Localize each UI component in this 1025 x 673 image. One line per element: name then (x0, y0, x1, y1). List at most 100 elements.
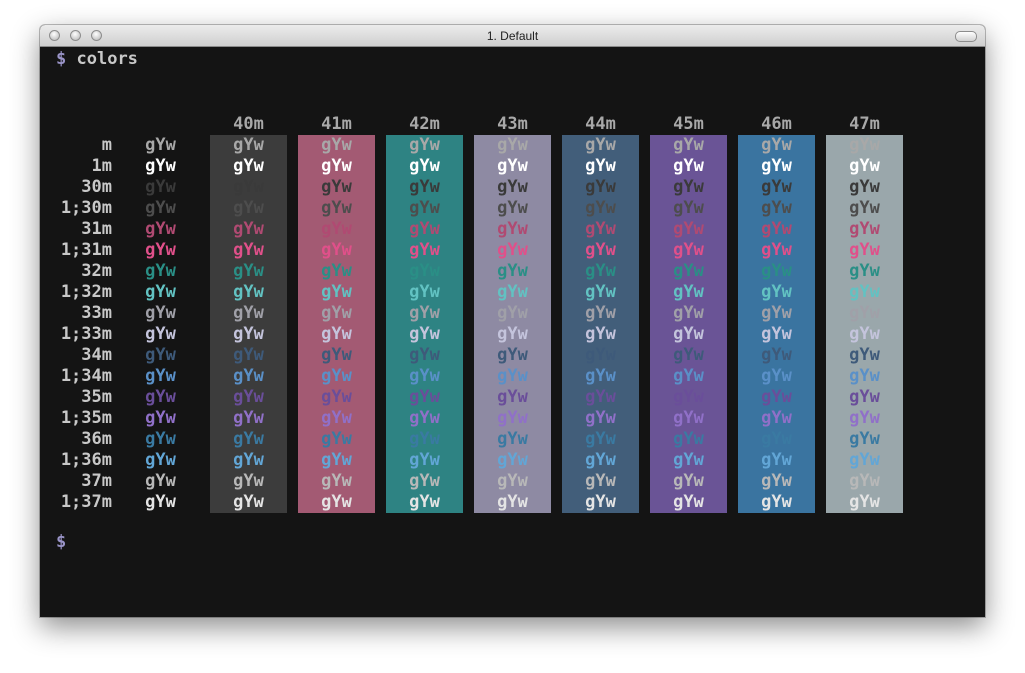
sample-cell: gYw (849, 324, 880, 344)
sample-cell: gYw (849, 408, 880, 428)
sample-cell: gYw (321, 261, 352, 281)
sample-cell: gYw (409, 240, 440, 260)
sample-cell: gYw (673, 198, 704, 218)
row-label: 1;32m (60, 282, 112, 302)
sample-cell: gYw (409, 387, 440, 407)
sample-cell: gYw (673, 240, 704, 260)
sample-cell: gYw (849, 492, 880, 512)
sample-cell: gYw (233, 282, 264, 302)
row-label: 35m (81, 387, 112, 407)
row-label: 32m (81, 261, 112, 281)
sample-cell-default-bg: gYw (145, 450, 176, 470)
sample-cell: gYw (585, 429, 616, 449)
sample-cell-default-bg: gYw (145, 177, 176, 197)
toolbar-toggle-button[interactable] (955, 31, 977, 42)
bg-column-header: 40m (233, 114, 264, 134)
sample-cell: gYw (497, 282, 528, 302)
row-label: 1;37m (60, 492, 112, 512)
sample-cell: gYw (233, 387, 264, 407)
sample-cell: gYw (673, 324, 704, 344)
sample-cell: gYw (585, 387, 616, 407)
sample-cell: gYw (409, 219, 440, 239)
sample-cell: gYw (321, 345, 352, 365)
row-label: m (101, 135, 112, 155)
sample-cell: gYw (497, 303, 528, 323)
sample-cell: gYw (233, 135, 264, 155)
sample-cell: gYw (497, 387, 528, 407)
sample-cell: gYw (233, 261, 264, 281)
sample-cell-default-bg: gYw (145, 387, 176, 407)
sample-cell: gYw (673, 156, 704, 176)
sample-cell: gYw (585, 156, 616, 176)
sample-cell: gYw (849, 366, 880, 386)
sample-cell: gYw (497, 219, 528, 239)
sample-cell: gYw (233, 240, 264, 260)
sample-cell: gYw (585, 282, 616, 302)
prompt-symbol: $ (56, 49, 67, 69)
sample-cell: gYw (761, 450, 792, 470)
bg-column-header: 46m (761, 114, 792, 134)
sample-cell-default-bg: gYw (145, 408, 176, 428)
row-label: 31m (81, 219, 112, 239)
sample-cell: gYw (233, 219, 264, 239)
row-label: 1;34m (60, 366, 112, 386)
sample-cell: gYw (321, 429, 352, 449)
terminal-content[interactable]: $ colors 40m 41m 42m 43m 44m 45m 46m 47m m gYw gYw… (40, 47, 985, 617)
sample-cell: gYw (849, 429, 880, 449)
sample-cell: gYw (849, 240, 880, 260)
sample-cell: gYw (673, 429, 704, 449)
sample-cell: gYw (761, 366, 792, 386)
sample-cell: gYw (321, 324, 352, 344)
sample-cell: gYw (585, 219, 616, 239)
sample-cell: gYw (321, 219, 352, 239)
bg-column-header: 47m (849, 114, 880, 134)
sample-cell: gYw (761, 177, 792, 197)
sample-cell: gYw (233, 177, 264, 197)
sample-cell: gYw (673, 450, 704, 470)
row-label: 34m (81, 345, 112, 365)
sample-cell: gYw (673, 219, 704, 239)
sample-cell: gYw (497, 177, 528, 197)
sample-cell: gYw (321, 240, 352, 260)
sample-cell: gYw (761, 240, 792, 260)
sample-cell: gYw (585, 408, 616, 428)
sample-cell: gYw (497, 492, 528, 512)
sample-cell: gYw (321, 471, 352, 491)
sample-cell: gYw (233, 471, 264, 491)
sample-cell: gYw (673, 345, 704, 365)
sample-cell: gYw (321, 492, 352, 512)
title-bar[interactable]: 1. Default (40, 25, 985, 47)
sample-cell: gYw (849, 261, 880, 281)
sample-cell: gYw (761, 156, 792, 176)
sample-cell: gYw (849, 135, 880, 155)
sample-cell-default-bg: gYw (145, 198, 176, 218)
sample-cell: gYw (321, 177, 352, 197)
sample-cell: gYw (409, 177, 440, 197)
sample-cell: gYw (497, 324, 528, 344)
sample-cell: gYw (233, 429, 264, 449)
sample-cell: gYw (409, 135, 440, 155)
window-title: 1. Default (486, 29, 539, 43)
sample-cell: gYw (497, 429, 528, 449)
sample-cell: gYw (849, 303, 880, 323)
sample-cell: gYw (673, 471, 704, 491)
sample-cell: gYw (673, 408, 704, 428)
sample-cell: gYw (673, 282, 704, 302)
sample-cell: gYw (673, 492, 704, 512)
sample-cell-default-bg: gYw (145, 219, 176, 239)
sample-cell: gYw (321, 282, 352, 302)
sample-cell: gYw (585, 261, 616, 281)
sample-cell: gYw (497, 471, 528, 491)
prompt-line[interactable]: $ (56, 532, 66, 553)
sample-cell: gYw (321, 303, 352, 323)
sample-cell: gYw (761, 324, 792, 344)
bg-column-header: 43m (497, 114, 528, 134)
prompt-symbol-2: $ (56, 532, 67, 552)
sample-cell: gYw (409, 156, 440, 176)
sample-cell: gYw (849, 282, 880, 302)
sample-cell: gYw (497, 135, 528, 155)
sample-cell: gYw (585, 345, 616, 365)
sample-cell: gYw (321, 387, 352, 407)
sample-cell: gYw (585, 135, 616, 155)
sample-cell: gYw (409, 471, 440, 491)
